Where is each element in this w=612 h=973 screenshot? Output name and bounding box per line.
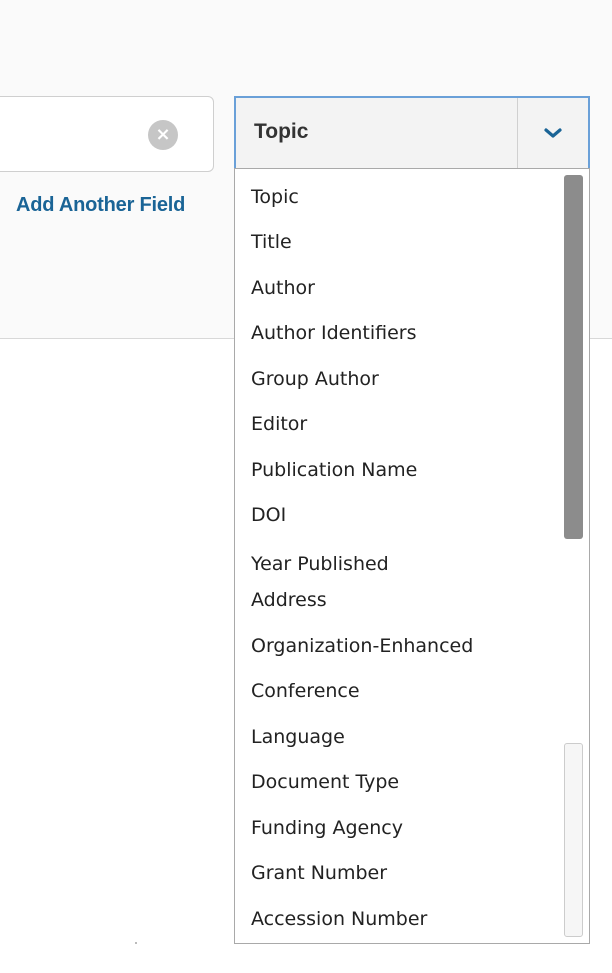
add-another-field-link[interactable]: Add Another Field	[16, 194, 185, 217]
option-group-author[interactable]: Group Author	[251, 364, 379, 394]
option-doi[interactable]: DOI	[251, 500, 286, 530]
stray-dot	[135, 942, 137, 944]
clear-icon[interactable]: ×	[148, 120, 178, 150]
chevron-down-icon[interactable]	[519, 98, 588, 168]
dropdown-scrollbar[interactable]	[560, 169, 589, 943]
option-publication-name[interactable]: Publication Name	[251, 455, 417, 485]
option-author[interactable]: Author	[251, 273, 315, 303]
option-document-type[interactable]: Document Type	[251, 767, 399, 797]
option-language[interactable]: Language	[251, 722, 345, 752]
option-editor[interactable]: Editor	[251, 409, 307, 439]
scrollbar-thumb[interactable]	[564, 175, 583, 539]
option-topic[interactable]: Topic	[251, 182, 299, 212]
scrollbar-track[interactable]	[564, 743, 583, 937]
select-separator	[517, 98, 518, 168]
option-author-identifiers[interactable]: Author Identifiers	[251, 318, 417, 348]
option-funding-agency[interactable]: Funding Agency	[251, 813, 403, 843]
option-title[interactable]: Title	[251, 227, 292, 257]
option-year-published[interactable]: Year Published	[251, 549, 389, 579]
option-conference[interactable]: Conference	[251, 676, 360, 706]
option-grant-number[interactable]: Grant Number	[251, 858, 387, 888]
field-dropdown-list: Topic Title Author Author Identifiers Gr…	[234, 168, 590, 944]
search-input[interactable]: ×	[0, 96, 214, 172]
option-accession-number[interactable]: Accession Number	[251, 904, 427, 934]
field-select-value: Topic	[254, 120, 309, 143]
option-address[interactable]: Address	[251, 585, 327, 615]
field-select[interactable]: Topic	[234, 96, 590, 170]
option-organization-enhanced[interactable]: Organization-Enhanced	[251, 631, 473, 661]
